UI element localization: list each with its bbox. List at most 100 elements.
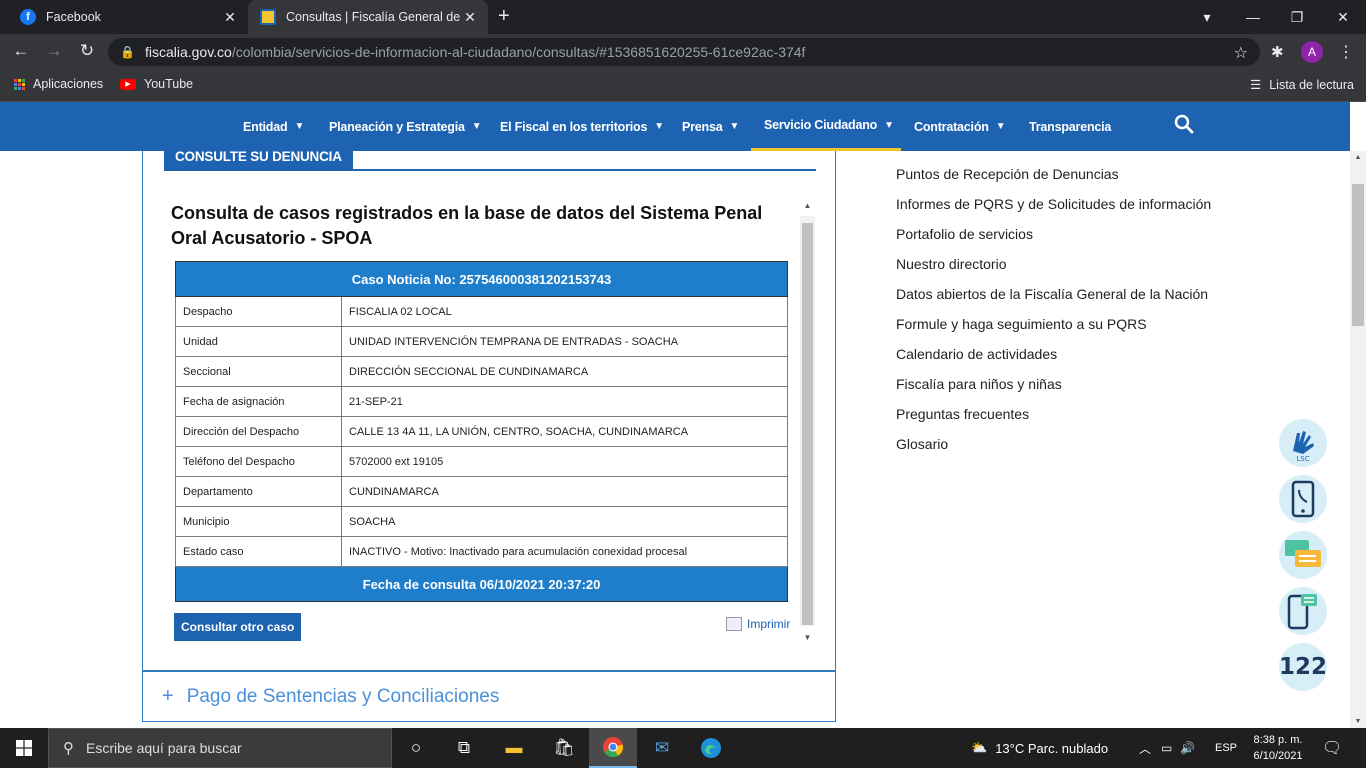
chevron-down-icon: ▼ bbox=[294, 121, 305, 132]
mobile-chat-icon[interactable] bbox=[1279, 587, 1327, 635]
nav-planeacion[interactable]: Planeación y Estrategia ▼ bbox=[329, 102, 482, 151]
sidebar-link[interactable]: Glosario bbox=[896, 433, 1211, 463]
chat-icon[interactable] bbox=[1279, 531, 1327, 579]
extensions-icon[interactable]: ✱ bbox=[1271, 43, 1284, 61]
sidebar-links: Puntos de Recepción de Denuncias Informe… bbox=[896, 163, 1211, 463]
nav-prensa[interactable]: Prensa ▼ bbox=[682, 102, 739, 151]
print-link[interactable]: Imprimir bbox=[726, 617, 790, 631]
row-key: Teléfono del Despacho bbox=[175, 446, 342, 477]
scroll-up-arrow[interactable]: ▲ bbox=[1350, 154, 1366, 161]
new-tab-button[interactable]: + bbox=[498, 5, 510, 28]
menu-kebab-icon[interactable]: ⋮ bbox=[1338, 42, 1354, 62]
fiscalia-icon bbox=[260, 9, 276, 25]
tray-icons[interactable]: ︿ ▭ 🔊 bbox=[1139, 728, 1209, 768]
line-122-icon[interactable]: 122 bbox=[1279, 643, 1327, 691]
sidebar-link[interactable]: Preguntas frecuentes bbox=[896, 403, 1211, 433]
nav-entidad[interactable]: Entidad ▼ bbox=[243, 102, 304, 151]
sidebar-link[interactable]: Calendario de actividades bbox=[896, 343, 1211, 373]
frame-scrollbar-thumb[interactable] bbox=[802, 223, 813, 625]
forward-button[interactable]: → bbox=[43, 41, 65, 61]
consult-other-case-button[interactable]: Consultar otro caso bbox=[174, 613, 302, 641]
lock-icon: 🔒 bbox=[120, 45, 135, 59]
address-bar[interactable]: 🔒 fiscalia.gov.co/colombia/servicios-de-… bbox=[108, 38, 1260, 66]
volume-icon[interactable]: 🔊 bbox=[1180, 741, 1195, 755]
nav-transparencia[interactable]: Transparencia bbox=[1029, 102, 1111, 151]
weather-widget[interactable]: ⛅ 13°C Parc. nublado bbox=[971, 728, 1108, 768]
tab-title: Consultas | Fiscalía General de la bbox=[286, 10, 460, 24]
phone-icon[interactable] bbox=[1279, 475, 1327, 523]
profile-avatar[interactable]: A bbox=[1301, 41, 1323, 63]
sidebar-link[interactable]: Informes de PQRS y de Solicitudes de inf… bbox=[896, 193, 1211, 223]
bookmark-star-icon[interactable]: ☆ bbox=[1234, 43, 1248, 63]
plus-icon: + bbox=[162, 685, 174, 707]
task-view-icon[interactable]: ⧉ bbox=[440, 728, 488, 768]
store-icon[interactable]: 🛍 bbox=[540, 728, 588, 768]
battery-icon[interactable]: ▭ bbox=[1161, 741, 1172, 755]
bookmarks-bar: Aplicaciones ▶ YouTube ☰ Lista de lectur… bbox=[0, 70, 1366, 102]
scroll-down-arrow[interactable]: ▼ bbox=[1350, 718, 1366, 725]
nav-label: El Fiscal en los territorios bbox=[500, 119, 648, 134]
row-value: FISCALIA 02 LOCAL bbox=[341, 296, 788, 327]
reload-button[interactable]: ↻ bbox=[76, 41, 98, 61]
frame-scroll-down[interactable]: ▼ bbox=[800, 633, 815, 645]
window-close-button[interactable]: ✕ bbox=[1320, 0, 1366, 34]
table-row: Departamento CUNDINAMARCA bbox=[175, 476, 788, 507]
sidebar-link[interactable]: Datos abiertos de la Fiscalía General de… bbox=[896, 283, 1211, 313]
sidebar-link[interactable]: Puntos de Recepción de Denuncias bbox=[896, 163, 1211, 193]
nav-contratacion[interactable]: Contratación ▼ bbox=[914, 102, 1006, 151]
row-key: Estado caso bbox=[175, 536, 342, 567]
tab-facebook[interactable]: f Facebook ✕ bbox=[8, 0, 248, 34]
url-path: /colombia/servicios-de-informacion-al-ci… bbox=[231, 44, 806, 60]
tab-search-icon[interactable]: ▾ bbox=[1184, 0, 1230, 34]
row-value: UNIDAD INTERVENCIÓN TEMPRANA DE ENTRADAS… bbox=[341, 326, 788, 357]
close-icon[interactable]: ✕ bbox=[220, 9, 240, 26]
row-value: CUNDINAMARCA bbox=[341, 476, 788, 507]
mail-icon[interactable]: ✉ bbox=[638, 728, 686, 768]
frame-scroll-up[interactable]: ▲ bbox=[800, 198, 815, 213]
nav-fiscal-territorios[interactable]: El Fiscal en los territorios ▼ bbox=[500, 102, 664, 151]
file-explorer-icon[interactable]: ▬ bbox=[490, 728, 538, 768]
restore-button[interactable]: ❐ bbox=[1274, 0, 1320, 34]
chrome-icon[interactable] bbox=[589, 728, 637, 768]
edge-icon[interactable] bbox=[687, 728, 735, 768]
tab-consultas[interactable]: Consultas | Fiscalía General de la ✕ bbox=[248, 0, 488, 34]
bookmark-youtube[interactable]: ▶ YouTube bbox=[120, 77, 193, 91]
table-row: Despacho FISCALIA 02 LOCAL bbox=[175, 296, 788, 327]
start-button[interactable] bbox=[0, 728, 48, 768]
language-indicator[interactable]: ESP bbox=[1215, 728, 1237, 768]
minimize-button[interactable]: — bbox=[1230, 0, 1276, 34]
tab-consulte-denuncia[interactable]: CONSULTE SU DENUNCIA bbox=[164, 151, 353, 170]
row-key: Dirección del Despacho bbox=[175, 416, 342, 447]
nav-label: Transparencia bbox=[1029, 119, 1112, 134]
bookmark-apps[interactable]: Aplicaciones bbox=[14, 77, 103, 91]
taskbar-search[interactable]: ⚲ Escribe aquí para buscar bbox=[48, 728, 392, 768]
page-scrollbar-thumb[interactable] bbox=[1352, 184, 1364, 326]
row-value: INACTIVO - Motivo: Inactivado para acumu… bbox=[341, 536, 788, 567]
case-header: Caso Noticia No: 257546000381202153743 bbox=[175, 261, 788, 297]
notification-icon[interactable]: 🗨 bbox=[1322, 738, 1342, 758]
accordion-pago-sentencias[interactable]: + Pago de Sentencias y Conciliaciones bbox=[142, 671, 836, 721]
cortana-icon[interactable]: ○ bbox=[392, 728, 440, 768]
facebook-icon: f bbox=[20, 9, 36, 25]
reading-list[interactable]: ☰ Lista de lectura bbox=[1250, 77, 1354, 93]
clock[interactable]: 8:38 p. m. 6/10/2021 bbox=[1246, 732, 1310, 764]
row-key: Municipio bbox=[175, 506, 342, 537]
reading-list-icon: ☰ bbox=[1250, 78, 1262, 92]
sidebar-link[interactable]: Nuestro directorio bbox=[896, 253, 1211, 283]
table-row: Estado caso INACTIVO - Motivo: Inactivado… bbox=[175, 536, 788, 567]
bookmark-label: YouTube bbox=[144, 77, 194, 91]
nav-servicio-ciudadano[interactable]: Servicio Ciudadano ▼ bbox=[751, 102, 901, 151]
sign-language-icon[interactable]: LSC bbox=[1279, 419, 1327, 467]
row-value: CALLE 13 4A 11, LA UNIÓN, CENTRO, SOACHA… bbox=[341, 416, 788, 447]
back-button[interactable]: ← bbox=[10, 41, 32, 61]
chevron-up-icon[interactable]: ︿ bbox=[1139, 740, 1151, 757]
print-label: Imprimir bbox=[747, 617, 791, 631]
sidebar-link[interactable]: Formule y haga seguimiento a su PQRS bbox=[896, 313, 1211, 343]
sidebar-link[interactable]: Fiscalía para niños y niñas bbox=[896, 373, 1211, 403]
sidebar-link[interactable]: Portafolio de servicios bbox=[896, 223, 1211, 253]
page-scrollbar[interactable]: ▲ ▼ bbox=[1350, 151, 1366, 728]
site-main-nav: Entidad ▼ Planeación y Estrategia ▼ El Fis… bbox=[0, 102, 1350, 151]
site-search-icon[interactable] bbox=[1174, 114, 1194, 140]
close-icon[interactable]: ✕ bbox=[460, 9, 480, 26]
browser-toolbar: ← → ↻ 🔒 fiscalia.gov.co/colombia/servici… bbox=[0, 34, 1366, 70]
